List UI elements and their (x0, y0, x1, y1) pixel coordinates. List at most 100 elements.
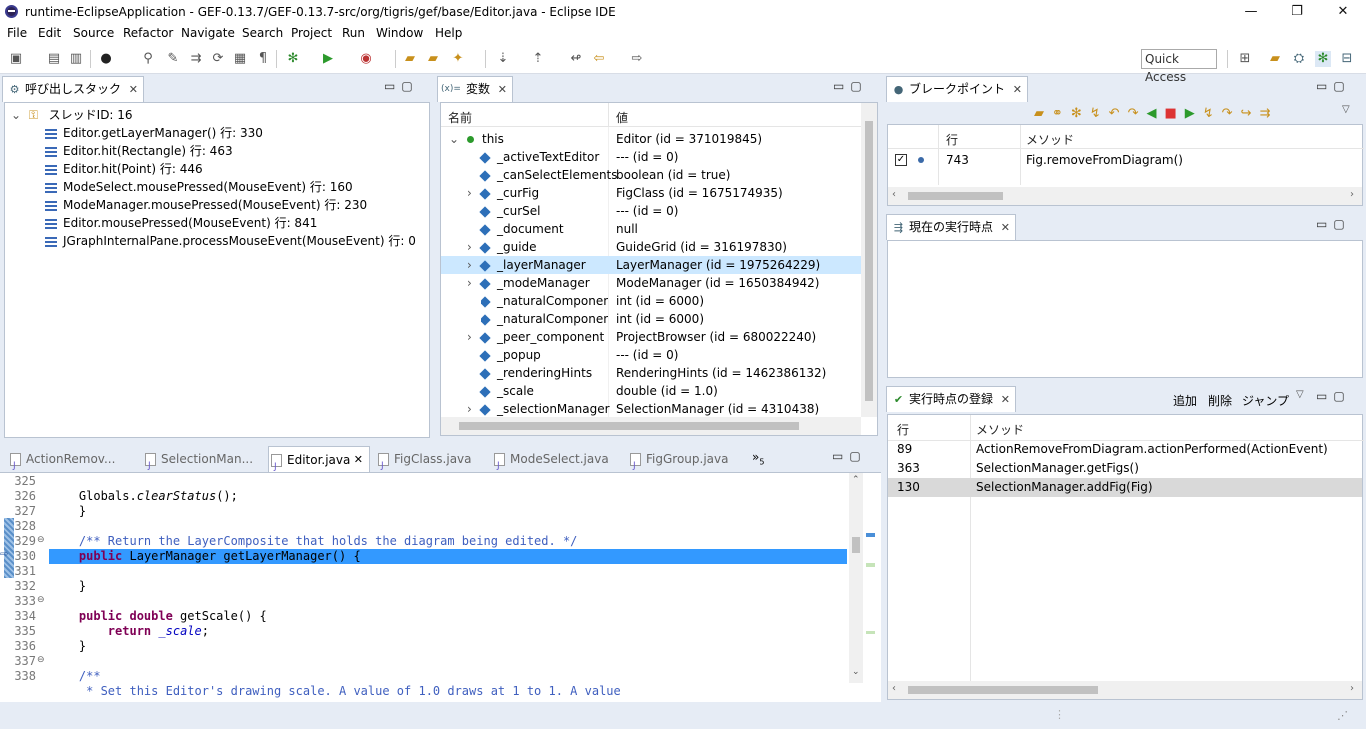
save-all-icon[interactable]: ▥ (68, 51, 84, 67)
column-header-value[interactable]: 値 (616, 109, 628, 126)
chevron-right-icon[interactable]: › (1350, 683, 1354, 694)
menu-source[interactable]: Source (73, 26, 114, 40)
table-row[interactable]: _popup --- (id = 0) (441, 346, 861, 364)
vertical-scrollbar[interactable]: ⌃ ⌄ (849, 473, 863, 683)
open-perspective-icon[interactable]: ⊞ (1237, 51, 1253, 67)
menu-refactor[interactable]: Refactor (123, 26, 173, 40)
editor-tab[interactable]: FigGroup.java (628, 446, 728, 479)
table-row[interactable]: 363 SelectionManager.getFigs() (888, 459, 1362, 478)
tab-current-point[interactable]: ⇶ 現在の実行時点 ✕ (886, 214, 1017, 240)
prev-annotation-icon[interactable]: ⇡ (530, 51, 546, 67)
table-row[interactable]: › _curFig FigClass (id = 1675174935) (441, 184, 861, 202)
account-icon[interactable]: ● (98, 51, 114, 67)
view-menu-icon[interactable]: ▽ (1296, 389, 1304, 400)
breakpoint-toolbar[interactable]: ▰⚭✻↯↶↷◀■▶↯↷↪⇉ (1034, 106, 1278, 121)
para-icon[interactable]: ¶ (255, 51, 271, 67)
add-button[interactable]: 追加 (1173, 392, 1197, 409)
column-header-name[interactable]: 名前 (448, 109, 472, 126)
chevron-right-icon[interactable]: › (467, 184, 472, 202)
tab-variables[interactable]: (x)= 変数 ✕ (437, 76, 514, 102)
checkbox[interactable]: ✓ (895, 154, 907, 166)
thread-node[interactable]: ⌄ ⚿ スレッドID: 16 (11, 106, 133, 124)
column-header-line[interactable]: 行 (897, 421, 909, 438)
scrollbar-thumb[interactable] (865, 121, 873, 401)
close-button[interactable]: ✕ (1320, 0, 1366, 24)
close-icon[interactable]: ✕ (129, 77, 138, 102)
next-annotation-icon[interactable]: ⇣ (495, 51, 511, 67)
scrollbar-thumb[interactable] (852, 537, 860, 553)
table-row[interactable]: _naturalComponentH int (id = 6000) (441, 292, 861, 310)
column-header-method[interactable]: メソッド (976, 421, 1024, 438)
chevron-down-icon[interactable]: ⌄ (852, 667, 860, 677)
forward-icon[interactable]: ⇨ (629, 51, 645, 67)
table-row-selected[interactable]: 130 SelectionManager.addFig(Fig) (888, 478, 1362, 497)
stack-frame[interactable]: Editor.hit(Rectangle) 行: 463 (45, 142, 233, 160)
table-row[interactable]: _activeTextEditor --- (id = 0) (441, 148, 861, 166)
debug-perspective-icon[interactable]: ✻ (1315, 51, 1331, 67)
stack-frame[interactable]: ModeSelect.mousePressed(MouseEvent) 行: 1… (45, 178, 353, 196)
stack-frame[interactable]: ModeManager.mousePressed(MouseEvent) 行: … (45, 196, 367, 214)
minimize-maximize-icon[interactable]: ▭▢ (833, 79, 868, 93)
open-type-icon[interactable]: ▰ (425, 51, 441, 67)
fold-icon[interactable]: ⊖ (37, 655, 45, 665)
horizontal-scrollbar[interactable]: ‹ › (888, 187, 1362, 205)
menu-run[interactable]: Run (342, 26, 365, 40)
chevron-right-icon[interactable]: › (1350, 189, 1354, 200)
menu-help[interactable]: Help (435, 26, 462, 40)
new-icon[interactable]: ▣ (8, 51, 24, 67)
chevron-right-icon[interactable]: › (467, 256, 472, 274)
edit-icon[interactable]: ✎ (165, 51, 181, 67)
debug-icon[interactable]: ✻ (285, 51, 301, 67)
minimize-maximize-icon[interactable]: ▭▢ (1316, 79, 1351, 93)
stack-frame[interactable]: Editor.getLayerManager() 行: 330 (45, 124, 263, 142)
table-row[interactable]: _curSel --- (id = 0) (441, 202, 861, 220)
java-perspective-icon[interactable]: ▰ (1267, 51, 1283, 67)
editor-tab[interactable]: SelectionMan... (143, 446, 253, 479)
horizontal-scrollbar[interactable] (441, 417, 861, 435)
table-row[interactable]: 89 ActionRemoveFromDiagram.actionPerform… (888, 440, 1362, 459)
tab-registered-points[interactable]: ✔ 実行時点の登録 ✕ (886, 386, 1017, 412)
chevron-right-icon[interactable]: › (467, 400, 472, 418)
stack-frame[interactable]: Editor.mousePressed(MouseEvent) 行: 841 (45, 214, 317, 232)
column-header-method[interactable]: メソッド (1026, 131, 1074, 148)
last-edit-icon[interactable]: ↫ (568, 51, 584, 67)
editor-tab[interactable]: FigClass.java (376, 446, 472, 479)
stack-frame[interactable]: JGraphInternalPane.processMouseEvent(Mou… (45, 232, 416, 250)
chevron-right-icon[interactable]: › (467, 274, 472, 292)
scrollbar-thumb[interactable] (459, 422, 799, 430)
table-row[interactable]: › _guide GuideGrid (id = 316197830) (441, 238, 861, 256)
table-row[interactable]: _scale double (id = 1.0) (441, 382, 861, 400)
chevron-right-icon[interactable]: › (467, 238, 472, 256)
save-icon[interactable]: ▤ (46, 51, 62, 67)
jump-button[interactable]: ジャンプ (1242, 392, 1289, 409)
stack-frame[interactable]: Editor.hit(Point) 行: 446 (45, 160, 203, 178)
editor-tab[interactable]: ModeSelect.java (492, 446, 609, 479)
menu-file[interactable]: File (7, 26, 27, 40)
minimize-maximize-icon[interactable]: ▭▢ (1316, 217, 1351, 231)
tab-breakpoints[interactable]: ● ブレークポイント ✕ (886, 76, 1029, 102)
table-row[interactable]: _canSelectElements boolean (id = true) (441, 166, 861, 184)
wand-icon[interactable]: ✦ (450, 51, 466, 67)
code-editor[interactable]: ⇨ 325 326 327 328 329 330 331 332 333 334 335 336 33… (0, 472, 881, 702)
overview-marker[interactable] (866, 533, 875, 537)
close-icon[interactable]: ✕ (1001, 387, 1010, 412)
delete-button[interactable]: 削除 (1208, 392, 1232, 409)
menu-project[interactable]: Project (291, 26, 332, 40)
open-folder-icon[interactable]: ▰ (402, 51, 418, 67)
table-row[interactable]: ✓ 743 Fig.removeFromDiagram() (888, 151, 1348, 169)
close-icon[interactable]: ✕ (1001, 215, 1010, 240)
back-icon[interactable]: ⇦ (591, 51, 607, 67)
menu-window[interactable]: Window (376, 26, 423, 40)
fold-icon[interactable]: ⊖ (37, 595, 45, 605)
scrollbar-thumb[interactable] (908, 686, 1098, 694)
quick-access-field[interactable]: Quick Access (1141, 49, 1217, 84)
git-perspective-icon[interactable]: ⛭ (1291, 51, 1307, 67)
fold-icon[interactable]: ⊖ (37, 535, 45, 545)
minimize-maximize-icon[interactable]: ▭▢ (384, 79, 419, 93)
minimize-maximize-icon[interactable]: ▭▢ (1316, 389, 1351, 403)
tab-callstack[interactable]: ⚙ 呼び出しスタック ✕ (2, 76, 145, 102)
restore-button[interactable]: ❐ (1274, 0, 1320, 24)
table-row[interactable]: _renderingHints RenderingHints (id = 146… (441, 364, 861, 382)
menu-search[interactable]: Search (242, 26, 283, 40)
table-row[interactable]: ⌄ this Editor (id = 371019845) (441, 130, 861, 148)
